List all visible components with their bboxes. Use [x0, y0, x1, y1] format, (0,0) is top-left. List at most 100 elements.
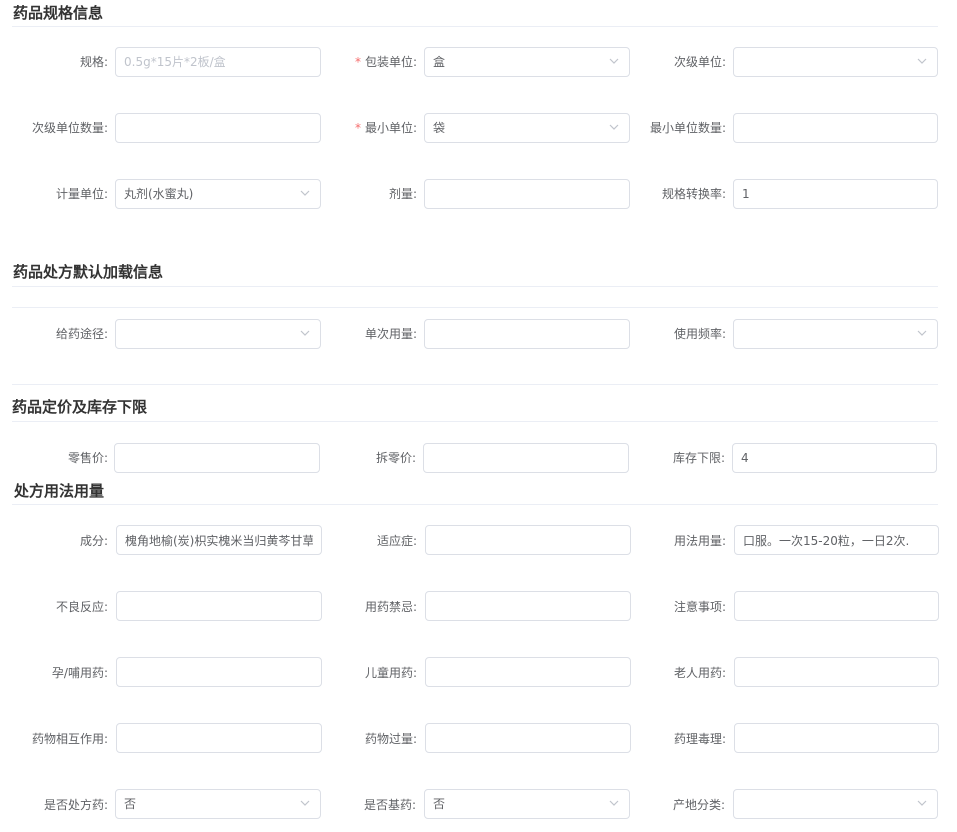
spec-input[interactable] — [115, 47, 321, 77]
conversion-field[interactable] — [734, 180, 937, 208]
split-price-label: 拆零价: — [375, 451, 416, 465]
is-basic-label: 是否基药: — [363, 798, 416, 812]
overdose-label: 药物过量: — [364, 732, 417, 746]
pregnancy-input[interactable] — [116, 657, 322, 687]
split-price-field[interactable] — [424, 444, 628, 472]
required-asterisk: * — [354, 55, 361, 69]
single-dose-field[interactable] — [425, 320, 629, 348]
children-label: 儿童用药: — [364, 666, 417, 680]
stock-limit-label: 库存下限: — [672, 451, 725, 465]
toxicology-label: 药理毒理: — [673, 732, 726, 746]
interaction-label: 药物相互作用: — [31, 732, 108, 746]
min-unit-value: 袋 — [433, 121, 446, 135]
adverse-input[interactable] — [116, 591, 322, 621]
children-input[interactable] — [425, 657, 631, 687]
single-dose-input[interactable] — [424, 319, 630, 349]
is-rx-label: 是否处方药: — [43, 798, 108, 812]
section-title-pricing: 药品定价及库存下限 — [12, 398, 148, 416]
min-qty-input[interactable] — [733, 113, 938, 143]
divider — [12, 384, 938, 385]
required-asterisk: * — [354, 121, 361, 135]
split-price-input[interactable] — [423, 443, 629, 473]
section-title-spec: 药品规格信息 — [13, 4, 104, 22]
ingredients-label: 成分: — [79, 534, 108, 548]
contraindication-label: 用药禁忌: — [364, 600, 417, 614]
indication-field[interactable] — [426, 526, 630, 554]
origin-label: 产地分类: — [672, 798, 725, 812]
frequency-select[interactable] — [733, 319, 938, 349]
ingredients-input[interactable] — [116, 525, 322, 555]
elderly-label: 老人用药: — [673, 666, 726, 680]
package-unit-select[interactable]: 盒 — [424, 47, 630, 77]
divider — [12, 421, 938, 422]
conversion-input[interactable] — [733, 179, 938, 209]
secondary-unit-select[interactable] — [733, 47, 938, 77]
overdose-field[interactable] — [426, 724, 630, 752]
section-title-usage: 处方用法用量 — [14, 482, 105, 500]
dosage-field[interactable] — [735, 526, 938, 554]
measure-unit-select[interactable]: 丸剂(水蜜丸) — [115, 179, 321, 209]
chevron-down-icon — [917, 798, 927, 808]
dosage-label: 用法用量: — [673, 534, 726, 548]
divider — [12, 307, 938, 308]
dose-label: 剂量: — [388, 187, 417, 201]
min-unit-select[interactable]: 袋 — [424, 113, 630, 143]
min-qty-label: 最小单位数量: — [649, 121, 726, 135]
indication-input[interactable] — [425, 525, 631, 555]
measure-unit-value: 丸剂(水蜜丸) — [124, 187, 194, 201]
pregnancy-label: 孕/哺用药: — [51, 666, 108, 680]
origin-select[interactable] — [733, 789, 938, 819]
frequency-label: 使用频率: — [673, 327, 726, 341]
divider — [12, 286, 938, 287]
chevron-down-icon — [917, 56, 927, 66]
toxicology-field[interactable] — [735, 724, 938, 752]
precautions-field[interactable] — [735, 592, 938, 620]
secondary-qty-input[interactable] — [115, 113, 321, 143]
elderly-input[interactable] — [734, 657, 939, 687]
section-title-rx-default: 药品处方默认加载信息 — [13, 263, 164, 281]
precautions-label: 注意事项: — [673, 600, 726, 614]
stock-limit-field[interactable] — [733, 444, 936, 472]
dose-input[interactable] — [424, 179, 630, 209]
spec-field[interactable] — [116, 48, 320, 76]
ingredients-field[interactable] — [117, 526, 321, 554]
pregnancy-field[interactable] — [117, 658, 321, 686]
single-dose-label: 单次用量: — [364, 327, 417, 341]
min-qty-field[interactable] — [734, 114, 937, 142]
is-basic-value: 否 — [433, 797, 446, 811]
route-select[interactable] — [115, 319, 321, 349]
children-field[interactable] — [426, 658, 630, 686]
elderly-field[interactable] — [735, 658, 938, 686]
interaction-input[interactable] — [116, 723, 322, 753]
chevron-down-icon — [917, 328, 927, 338]
secondary-unit-label: 次级单位: — [673, 55, 726, 69]
retail-price-label: 零售价: — [67, 451, 108, 465]
retail-price-field[interactable] — [115, 444, 319, 472]
stock-limit-input[interactable] — [732, 443, 937, 473]
is-basic-select[interactable]: 否 — [424, 789, 630, 819]
secondary-qty-label: 次级单位数量: — [31, 121, 108, 135]
adverse-field[interactable] — [117, 592, 321, 620]
divider — [12, 504, 938, 505]
indication-label: 适应症: — [376, 534, 417, 548]
contraindication-field[interactable] — [426, 592, 630, 620]
contraindication-input[interactable] — [425, 591, 631, 621]
route-label: 给药途径: — [55, 327, 108, 341]
toxicology-input[interactable] — [734, 723, 939, 753]
divider — [12, 26, 938, 27]
adverse-label: 不良反应: — [55, 600, 108, 614]
interaction-field[interactable] — [117, 724, 321, 752]
is-rx-value: 否 — [124, 797, 137, 811]
spec-label: 规格: — [79, 55, 108, 69]
package-unit-value: 盒 — [433, 55, 446, 69]
package-unit-label: * 包装单位: — [354, 55, 417, 69]
min-unit-label: * 最小单位: — [354, 121, 417, 135]
precautions-input[interactable] — [734, 591, 939, 621]
dose-field[interactable] — [425, 180, 629, 208]
overdose-input[interactable] — [425, 723, 631, 753]
is-rx-select[interactable]: 否 — [115, 789, 321, 819]
dosage-input[interactable] — [734, 525, 939, 555]
conversion-label: 规格转换率: — [661, 187, 726, 201]
secondary-qty-field[interactable] — [116, 114, 320, 142]
retail-price-input[interactable] — [114, 443, 320, 473]
